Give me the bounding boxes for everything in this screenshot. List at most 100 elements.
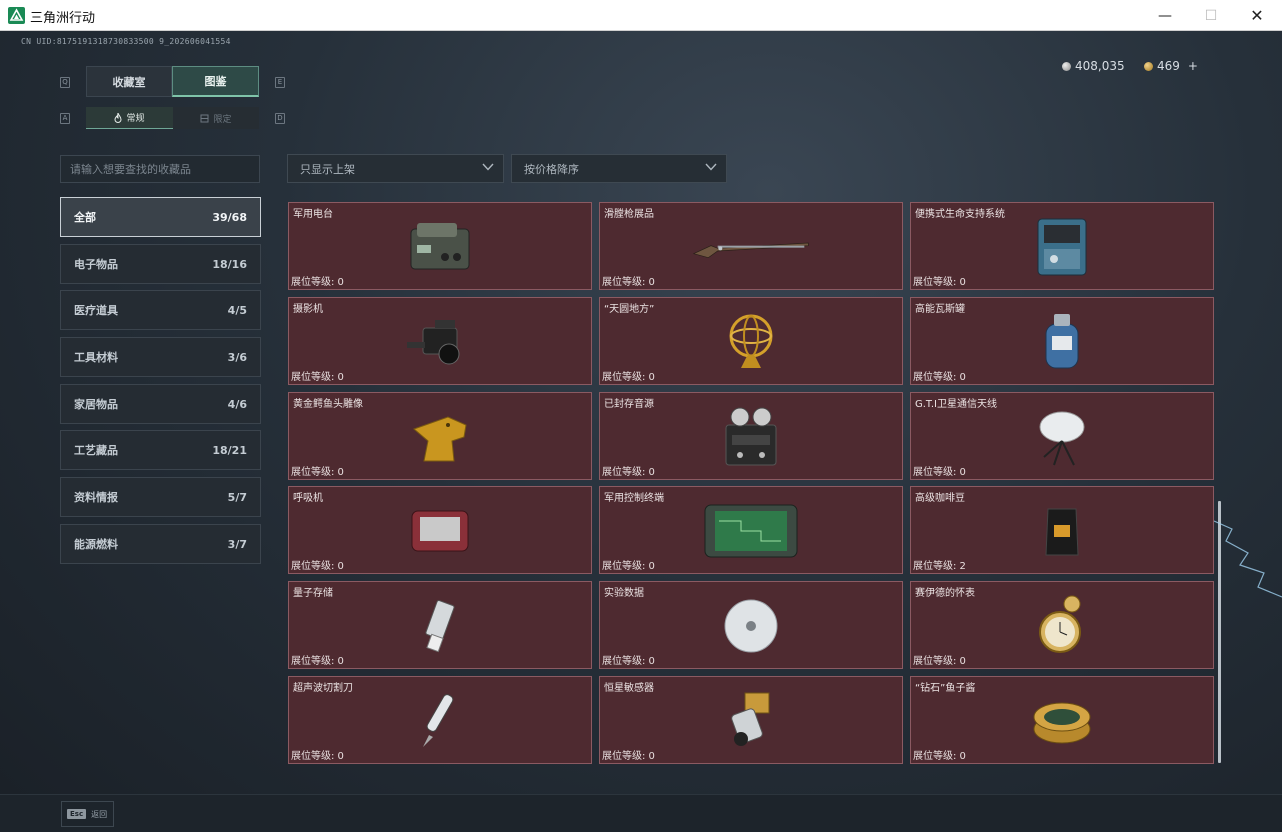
silver-currency: 408,035 [1062,59,1125,73]
category-count: 5/7 [227,490,247,504]
item-card[interactable]: 呼吸机 展位等级: 0 [288,486,592,574]
search-input[interactable] [60,155,260,183]
item-name: 高级咖啡豆 [915,493,965,504]
item-display-level: 展位等级: 0 [291,656,344,667]
reel-recorder-icon [691,407,811,467]
item-name: 量子存储 [293,588,333,599]
item-card[interactable]: 军用电台 展位等级: 0 [288,202,592,290]
tab-catalog[interactable]: 图鉴 [172,66,259,97]
musket-icon [691,217,811,277]
subtab-prev-key[interactable]: A [60,113,70,124]
item-name: 恒星敏感器 [604,683,654,694]
item-display-level: 展位等级: 2 [913,561,966,572]
category-tools[interactable]: 工具材料 3/6 [60,337,261,377]
category-intel[interactable]: 资料情报 5/7 [60,477,261,517]
item-display-level: 展位等级: 0 [291,751,344,762]
item-card[interactable]: 军用控制终端 展位等级: 0 [599,486,903,574]
item-card[interactable]: “钻石”鱼子酱 展位等级: 0 [910,676,1214,764]
tab-collection-room[interactable]: 收藏室 [86,66,172,97]
radio-icon [380,217,500,277]
category-crafts[interactable]: 工艺藏品 18/21 [60,430,261,470]
item-card[interactable]: 滑膛枪展品 展位等级: 0 [599,202,903,290]
item-card[interactable]: 已封存音源 展位等级: 0 [599,392,903,480]
life-support-icon [1002,217,1122,277]
esc-key: Esc [67,809,87,819]
item-display-level: 展位等级: 0 [602,751,655,762]
ultrasonic-cutter-icon [380,691,500,751]
item-card[interactable]: 高能瓦斯罐 展位等级: 0 [910,297,1214,385]
category-all[interactable]: 全部 39/68 [60,197,261,237]
tab-next-key[interactable]: E [275,77,285,88]
category-count: 39/68 [212,210,247,224]
disc-icon [691,596,811,656]
category-label: 资料情报 [74,491,118,504]
item-name: 黄金鳄鱼头雕像 [293,399,363,410]
item-card[interactable]: 超声波切割刀 展位等级: 0 [288,676,592,764]
category-energy[interactable]: 能源燃料 3/7 [60,524,261,564]
item-display-level: 展位等级: 0 [913,467,966,478]
item-card[interactable]: 便携式生命支持系统 展位等级: 0 [910,202,1214,290]
item-display-level: 展位等级: 0 [602,561,655,572]
category-label: 工艺藏品 [74,444,118,457]
back-button[interactable]: Esc 返回 [61,801,114,827]
category-count: 4/6 [227,397,247,411]
subtab-next-key[interactable]: D [275,113,285,124]
tab-prev-key[interactable]: Q [60,77,70,88]
category-label: 工具材料 [74,351,118,364]
flame-icon [114,112,122,123]
limited-icon [200,114,209,122]
item-display-level: 展位等级: 0 [913,277,966,288]
item-card[interactable]: 量子存储展位等级: 0 [288,581,592,669]
window-titlebar: 三角洲行动 — ☐ ✕ [0,0,1282,31]
silver-amount: 408,035 [1075,59,1125,73]
close-button[interactable]: ✕ [1234,0,1280,31]
category-household[interactable]: 家居物品 4/6 [60,384,261,424]
lightning-decoration [1214,520,1282,598]
item-card[interactable]: 摄影机 展位等级: 0 [288,297,592,385]
category-count: 18/21 [212,443,247,457]
gold-currency: 469 + [1144,59,1198,73]
item-display-level: 展位等级: 0 [291,561,344,572]
gas-canister-icon [1002,312,1122,372]
footer-bar: Esc 返回 [0,794,1282,832]
subtab-limited[interactable]: 限定 [173,107,259,129]
sort-dropdown[interactable]: 按价格降序 [511,154,727,183]
display-filter-value: 只显示上架 [300,162,355,176]
ventilator-icon [380,501,500,561]
camera-icon [380,312,500,372]
item-display-level: 展位等级: 0 [291,372,344,383]
item-card[interactable]: “天圆地方” 展位等级: 0 [599,297,903,385]
category-electronics[interactable]: 电子物品 18/16 [60,244,261,284]
control-terminal-icon [691,501,811,561]
maximize-button[interactable]: ☐ [1188,0,1234,31]
category-label: 家居物品 [74,398,118,411]
item-name: 军用控制终端 [604,493,664,504]
category-count: 3/7 [227,537,247,551]
display-filter-dropdown[interactable]: 只显示上架 [287,154,504,183]
item-card[interactable]: 黄金鳄鱼头雕像 展位等级: 0 [288,392,592,480]
category-medical[interactable]: 医疗道具 4/5 [60,290,261,330]
coffee-bag-icon [1002,501,1122,561]
caviar-tin-icon [1002,691,1122,751]
item-name: 便携式生命支持系统 [915,209,1005,220]
item-card[interactable]: 高级咖啡豆展位等级: 2 [910,486,1214,574]
category-label: 全部 [74,211,96,224]
add-gold-button[interactable]: + [1188,59,1198,73]
item-card[interactable]: G.T.I卫星通信天线 展位等级: 0 [910,392,1214,480]
category-label: 能源燃料 [74,538,118,551]
usb-drive-icon [380,596,500,656]
item-grid: 军用电台 展位等级: 0 滑膛枪展品 展位等级: 0 便携式生命支持系统 展位等级: 0摄… [288,202,1214,764]
subtab-normal[interactable]: 常规 [86,107,173,129]
item-name: G.T.I卫星通信天线 [915,399,997,410]
item-display-level: 展位等级: 0 [291,277,344,288]
item-card[interactable]: 恒星敏感器展位等级: 0 [599,676,903,764]
item-card[interactable]: 实验数据 展位等级: 0 [599,581,903,669]
player-uid: CN UID:8175191318730833500 9_20260604155… [21,37,231,46]
category-label: 电子物品 [74,258,118,271]
chevron-down-icon [482,163,494,171]
minimize-button[interactable]: — [1142,0,1188,31]
pocket-watch-icon [1002,595,1122,656]
chevron-down-icon [705,163,717,171]
item-card[interactable]: 赛伊德的怀表 展位等级: 0 [910,581,1214,669]
category-count: 4/5 [227,303,247,317]
